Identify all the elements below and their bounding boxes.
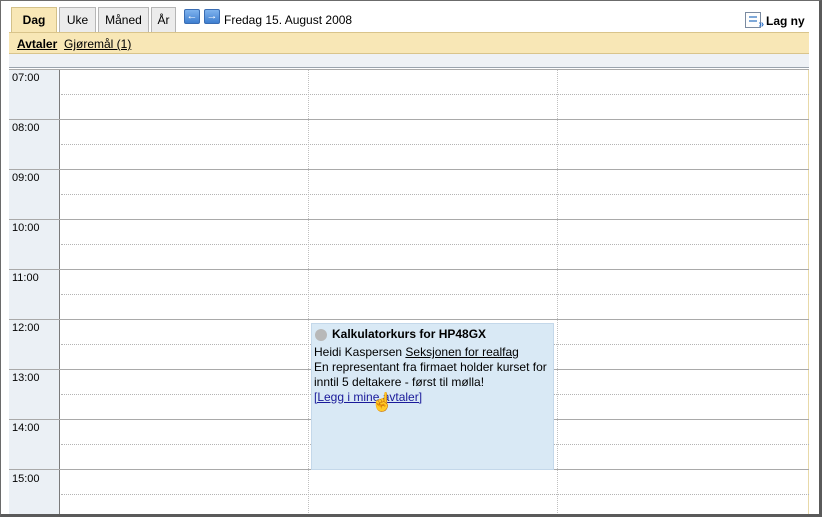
hour-label: 09:00 — [12, 172, 40, 184]
half-hour-line — [61, 94, 809, 95]
hour-line — [9, 69, 809, 70]
status-dot-icon — [315, 329, 327, 341]
hour-label: 15:00 — [12, 473, 40, 485]
half-hour-line — [61, 194, 809, 195]
tab-week[interactable]: Uke — [59, 7, 96, 33]
appointment-section-link[interactable]: Seksjonen for realfag — [405, 345, 518, 359]
subnav-tasks[interactable]: Gjøremål (1) — [64, 37, 131, 51]
column-divider — [308, 69, 309, 514]
half-hour-line — [61, 244, 809, 245]
appointment-description-1: En representant fra firmaet holder kurse… — [314, 360, 547, 374]
hour-label: 12:00 — [12, 322, 40, 334]
current-date: Fredag 15. August 2008 — [224, 13, 353, 27]
toolbar: Dag Uke Måned År ← → Fredag 15. August 2… — [9, 4, 809, 33]
grid-right-edge — [808, 69, 809, 514]
hour-line — [9, 219, 809, 220]
appointment-description-2: inntil 5 deltakere - først til mølla! — [314, 375, 485, 389]
calendar-panel: Dag Uke Måned År ← → Fredag 15. August 2… — [9, 4, 809, 514]
appointment-person: Heidi Kaspersen — [314, 345, 403, 359]
subnav-bar: Avtaler Gjøremål (1) — [9, 32, 809, 54]
hour-label: 08:00 — [12, 122, 40, 134]
calendar-window: Dag Uke Måned År ← → Fredag 15. August 2… — [0, 0, 822, 517]
subnav-appointments[interactable]: Avtaler — [17, 37, 57, 51]
day-grid: 07:00 08:00 09:00 10:00 11:00 12:00 13:0… — [9, 69, 809, 514]
tab-month[interactable]: Måned — [98, 7, 149, 33]
hour-line — [9, 119, 809, 120]
new-appointment-label: Lag ny — [766, 14, 805, 28]
tab-day[interactable]: Dag — [11, 7, 57, 33]
half-hour-line — [61, 144, 809, 145]
hour-label: 14:00 — [12, 422, 40, 434]
all-day-band — [9, 54, 809, 68]
hour-label: 10:00 — [12, 222, 40, 234]
hand-cursor-icon: ☝ — [371, 392, 394, 412]
add-to-my-appointments-link[interactable]: [Legg i mine avtaler] — [314, 390, 422, 404]
appointment-block[interactable]: Kalkulatorkurs for HP48GX Heidi Kasperse… — [311, 323, 554, 470]
hour-label: 07:00 — [12, 72, 40, 84]
hour-line — [9, 319, 809, 320]
hour-gutter — [9, 69, 60, 514]
hour-line — [9, 169, 809, 170]
half-hour-line — [61, 294, 809, 295]
column-divider — [557, 69, 558, 514]
arrow-right-icon[interactable]: → — [204, 9, 220, 24]
appointment-title: Kalkulatorkurs for HP48GX — [332, 327, 487, 341]
new-appointment-icon: » — [745, 12, 764, 30]
tab-year[interactable]: År — [151, 7, 176, 33]
hour-label: 13:00 — [12, 372, 40, 384]
half-hour-line — [61, 494, 809, 495]
hour-label: 11:00 — [12, 272, 39, 284]
appointment-organizer: Heidi Kaspersen Seksjonen for realfag — [314, 345, 519, 359]
hour-line — [9, 269, 809, 270]
arrow-left-icon[interactable]: ← — [184, 9, 200, 24]
